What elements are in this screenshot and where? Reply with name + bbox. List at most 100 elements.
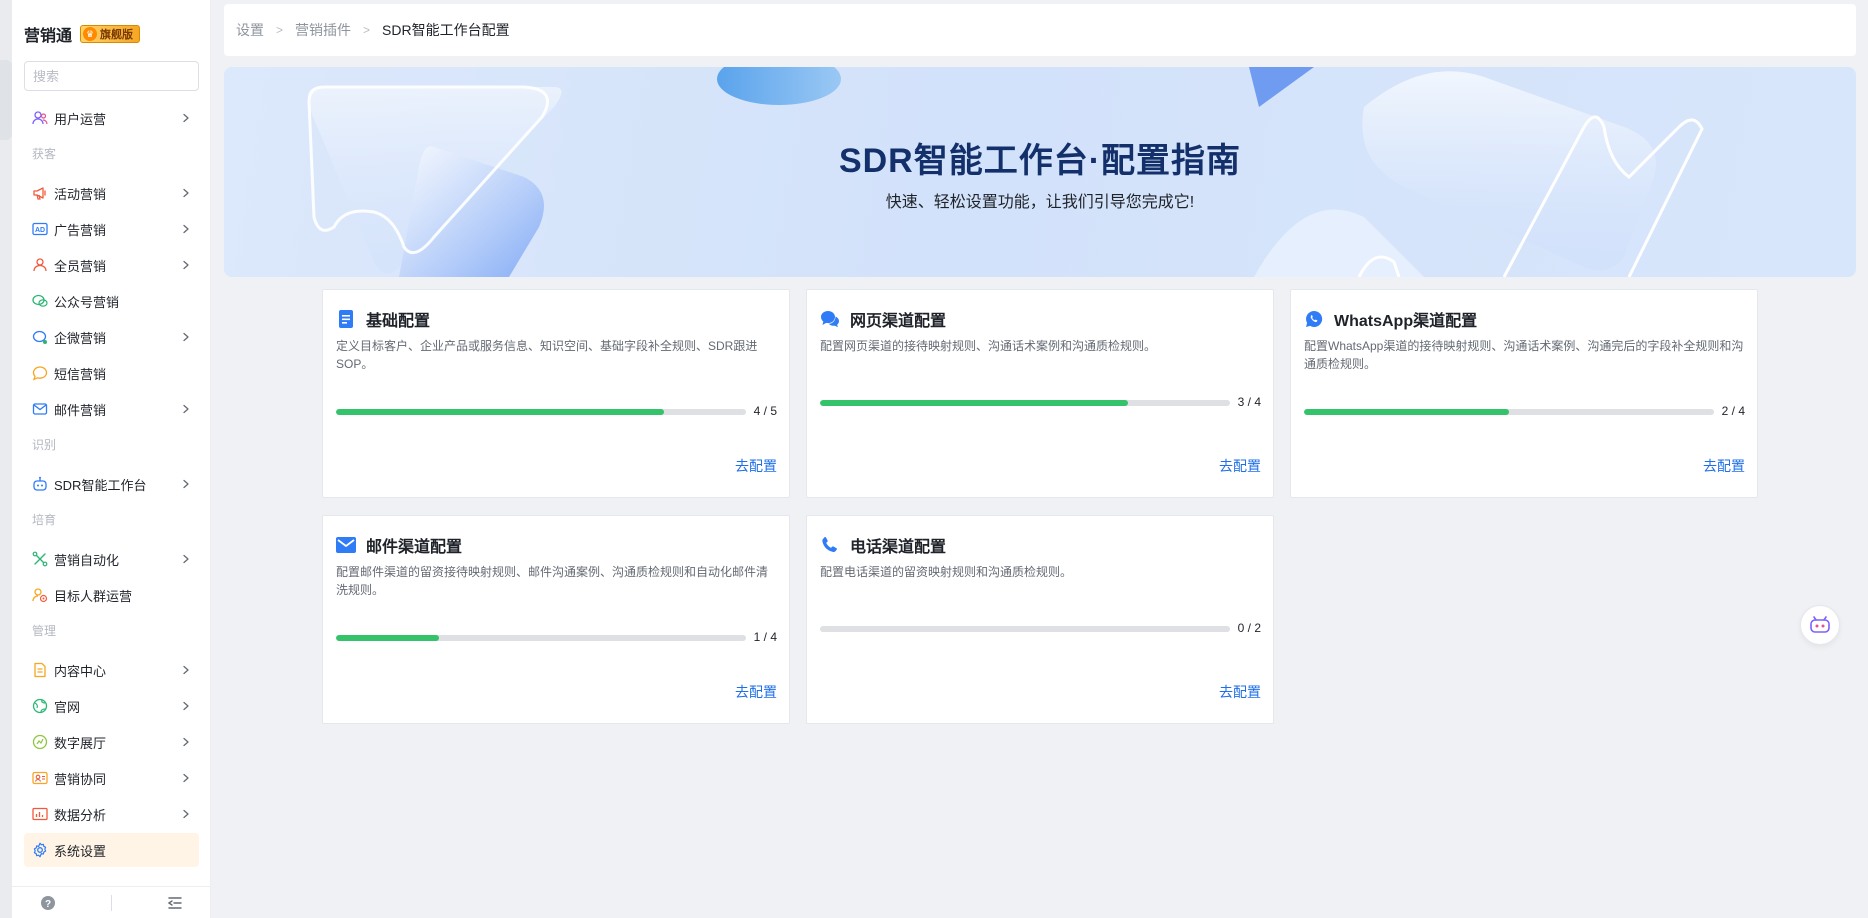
config-card-phone: 电话渠道配置 配置电话渠道的留资映射规则和沟通质检规则。 0 / 2 去配置: [806, 515, 1274, 724]
sidebar-item-label: SDR智能工作台: [54, 477, 147, 493]
brand: 营销通 ♛ 旗舰版: [24, 22, 141, 46]
sidebar-item[interactable]: 目标人群运营: [24, 578, 199, 612]
wechat-icon: [32, 293, 48, 309]
sms-icon: [32, 365, 48, 381]
svg-text:?: ?: [45, 899, 51, 910]
automation-icon: [32, 551, 48, 567]
sidebar-item[interactable]: AD 广告营销: [24, 212, 199, 246]
collapse-menu-icon[interactable]: [167, 895, 183, 911]
progress-bar: [336, 409, 746, 415]
chevron-right-icon: [181, 111, 191, 126]
chevron-right-icon: [181, 663, 191, 678]
search-input[interactable]: [33, 68, 209, 84]
chevron-right-icon: [181, 807, 191, 822]
progress-bar: [820, 626, 1230, 632]
sidebar-item[interactable]: 营销协同: [24, 761, 199, 795]
sidebar-item[interactable]: SDR智能工作台: [24, 467, 199, 501]
config-card-whatsapp: WhatsApp渠道配置 配置WhatsApp渠道的接待映射规则、沟通话术案例、…: [1290, 289, 1758, 498]
chevron-right-icon: [181, 258, 191, 273]
progress-fill: [1304, 409, 1509, 415]
edge-strip: [0, 0, 12, 918]
card-header: 基础配置: [336, 307, 430, 331]
card-title: 基础配置: [366, 313, 431, 330]
configure-link[interactable]: 去配置: [735, 682, 777, 702]
ai-assistant-button[interactable]: [1800, 605, 1840, 645]
sidebar-item[interactable]: 内容中心: [24, 653, 199, 687]
svg-text:AD: AD: [35, 227, 45, 234]
sidebar-item[interactable]: 邮件营销: [24, 392, 199, 426]
sidebar-item[interactable]: 全员营销: [24, 248, 199, 282]
banner-subtitle: 快速、轻松设置功能，让我们引导您完成它!: [885, 194, 1195, 211]
configure-link[interactable]: 去配置: [1703, 456, 1745, 476]
sidebar-item[interactable]: 系统设置: [24, 833, 199, 867]
sidebar-item[interactable]: 用户运营: [24, 101, 199, 135]
sidebar-item-label: 活动营销: [54, 186, 107, 202]
sidebar-item[interactable]: 数字展厅: [24, 725, 199, 759]
card-title: 邮件渠道配置: [366, 539, 463, 556]
sidebar-item[interactable]: 企微营销: [24, 320, 199, 354]
configure-link[interactable]: 去配置: [1219, 456, 1261, 476]
breadcrumb-item-plugins[interactable]: 营销插件: [295, 20, 351, 40]
progress-fill: [820, 400, 1128, 406]
chevron-right-icon: [181, 552, 191, 567]
chevron-right-icon: [181, 735, 191, 750]
card-header: 邮件渠道配置: [336, 533, 462, 557]
sidebar-item-label: 短信营销: [54, 366, 107, 382]
sidebar-item[interactable]: 公众号营销: [24, 284, 199, 318]
progress-count: 2 / 4: [1721, 404, 1745, 418]
chevron-right-icon: [181, 771, 191, 786]
sidebar-footer: ?: [12, 886, 211, 918]
edge-notch[interactable]: [0, 60, 12, 140]
progress-count: 0 / 2: [1237, 621, 1261, 635]
megaphone-icon: [32, 185, 48, 201]
progress-count: 3 / 4: [1237, 395, 1261, 409]
progress-count: 4 / 5: [753, 404, 777, 418]
config-card-web: 网页渠道配置 配置网页渠道的接待映射规则、沟通话术案例和沟通质检规则。 3 / …: [806, 289, 1274, 498]
sidebar-item[interactable]: 数据分析: [24, 797, 199, 831]
crown-icon: ♛: [83, 27, 98, 41]
card-title: 网页渠道配置: [850, 313, 947, 330]
card-header: 电话渠道配置: [820, 533, 946, 557]
sidebar-item-label: 全员营销: [54, 258, 107, 274]
chat-bubbles-icon: [820, 309, 840, 329]
gear-icon: [32, 842, 48, 858]
progress-count: 1 / 4: [753, 630, 777, 644]
sidebar-item-label: 数据分析: [54, 807, 107, 823]
breadcrumb-separator-icon: >: [276, 23, 284, 37]
card-description: 配置WhatsApp渠道的接待映射规则、沟通话术案例、沟通完后的字段补全规则和沟…: [1304, 339, 1744, 371]
breadcrumb-separator-icon: >: [363, 23, 371, 37]
card-title: 电话渠道配置: [850, 539, 947, 556]
progress-bar: [336, 635, 746, 641]
sidebar-item-label: 广告营销: [54, 222, 107, 238]
wecom-icon: [32, 329, 48, 345]
chevron-right-icon: [181, 222, 191, 237]
nav-group-label: 培育: [32, 513, 57, 527]
users-icon: [32, 110, 48, 126]
chevron-right-icon: [181, 186, 191, 201]
card-description: 配置电话渠道的留资映射规则和沟通质检规则。: [820, 565, 1073, 579]
sidebar-item-label: 系统设置: [54, 843, 107, 859]
sidebar-item[interactable]: 营销自动化: [24, 542, 199, 576]
brand-name: 营销通: [24, 28, 73, 45]
team-icon: [32, 257, 48, 273]
chevron-right-icon: [181, 402, 191, 417]
progress-bar: [1304, 409, 1714, 415]
ad-icon: AD: [32, 221, 48, 237]
search-box: [24, 61, 209, 91]
breadcrumb-item-settings[interactable]: 设置: [236, 20, 264, 40]
progress-fill: [336, 635, 439, 641]
help-icon[interactable]: ?: [40, 895, 56, 911]
chevron-right-icon: [181, 330, 191, 345]
sidebar-item[interactable]: 活动营销: [24, 176, 199, 210]
showroom-icon: [32, 734, 48, 750]
sidebar-item-label: 官网: [54, 699, 81, 715]
whatsapp-icon: [1304, 309, 1324, 329]
sidebar-item[interactable]: 短信营销: [24, 356, 199, 390]
sidebar-item[interactable]: 官网: [24, 689, 199, 723]
configure-link[interactable]: 去配置: [1219, 682, 1261, 702]
sidebar-item-label: 用户运营: [54, 111, 107, 127]
configure-link[interactable]: 去配置: [735, 456, 777, 476]
sidebar-item-label: 内容中心: [54, 663, 107, 679]
chevron-right-icon: [181, 477, 191, 492]
sidebar-item-label: 营销协同: [54, 771, 107, 787]
